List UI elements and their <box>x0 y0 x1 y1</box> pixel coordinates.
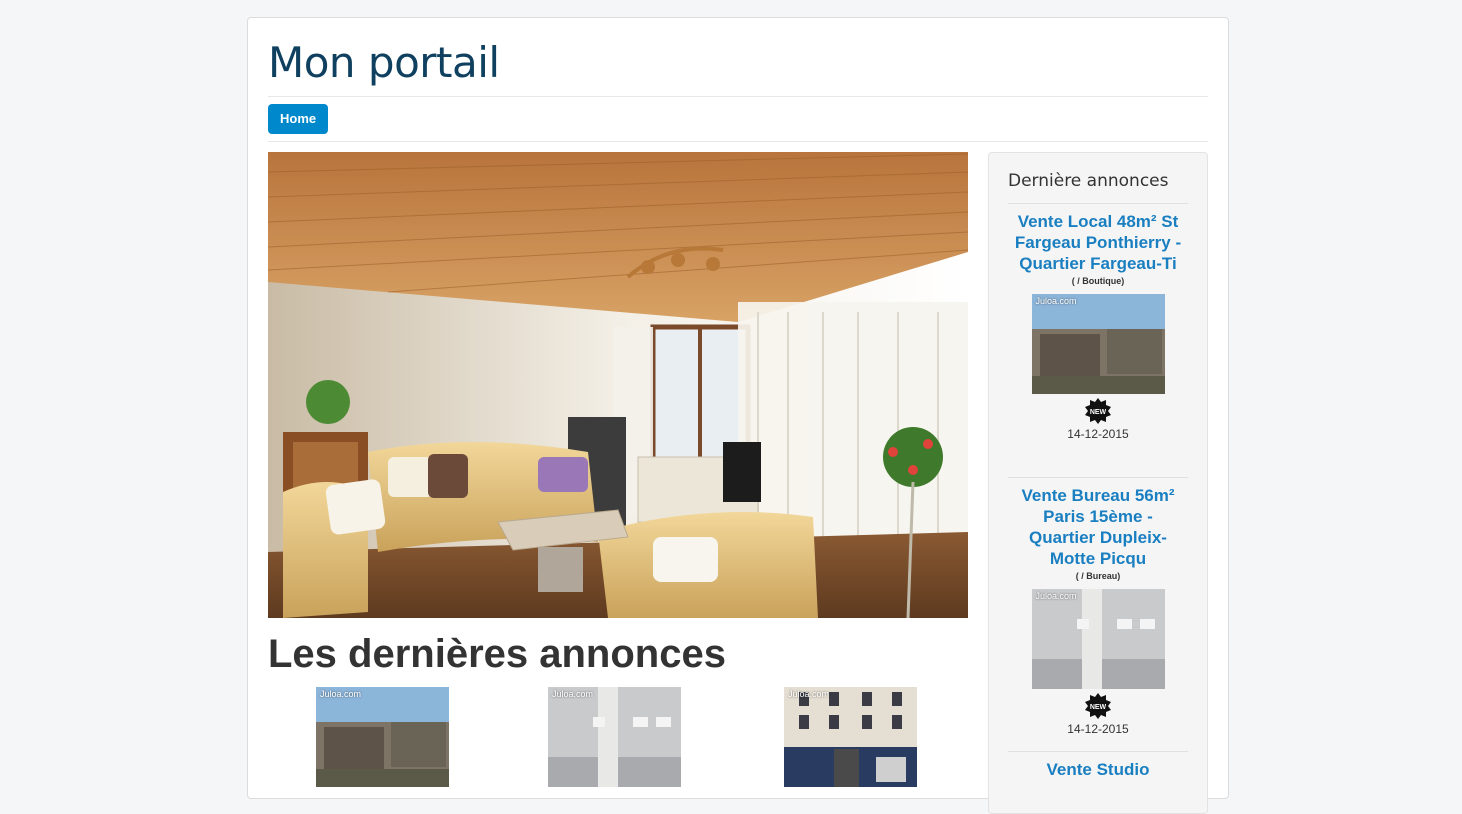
listing-date: 14-12-2015 <box>1067 427 1129 441</box>
latest-listings-heading: Les dernières annonces <box>268 632 726 676</box>
sidebar-listing: Vente Local 48m² St Fargeau Ponthierry -… <box>1008 211 1188 441</box>
listing-watermark: Juloa.com <box>1035 296 1077 306</box>
listing-date: 14-12-2015 <box>1067 722 1129 736</box>
sidebar-listing: Vente Studio <box>1008 759 1188 780</box>
thumbnail-watermark: Juloa.com <box>320 689 362 699</box>
page-container: Mon portail Home Les dernières annonces … <box>247 17 1229 814</box>
sidebar-title: Dernière annonces <box>1008 171 1169 191</box>
listing-photo[interactable]: Juloa.com <box>1031 294 1165 394</box>
latest-listings-sidebar: Dernière annonces Vente Local 48m² St Fa… <box>988 152 1208 814</box>
thumbnail-watermark: Juloa.com <box>552 689 594 699</box>
divider <box>268 141 1208 142</box>
nav-home-button[interactable]: Home <box>268 104 329 134</box>
listing-thumbnail[interactable]: Juloa.com <box>316 687 449 787</box>
divider <box>1008 203 1188 204</box>
site-title[interactable]: Mon portail <box>268 38 500 87</box>
new-badge-icon: NEW <box>1085 693 1111 719</box>
listing-photo[interactable]: Juloa.com <box>1031 589 1165 689</box>
listing-title-link[interactable]: Vente Bureau 56m² Paris 15ème - Quartier… <box>1008 485 1188 569</box>
divider <box>1008 477 1188 478</box>
badge-text: NEW <box>1090 704 1107 711</box>
listing-thumbnail[interactable]: Juloa.com <box>784 687 917 787</box>
divider <box>268 96 1208 97</box>
listing-category: ( / Bureau) <box>1075 571 1121 581</box>
listing-title-link[interactable]: Vente Local 48m² St Fargeau Ponthierry -… <box>1008 211 1188 274</box>
new-badge-icon: NEW <box>1085 398 1111 424</box>
divider <box>1008 751 1188 752</box>
sidebar-listing: Vente Bureau 56m² Paris 15ème - Quartier… <box>1008 485 1188 736</box>
listing-watermark: Juloa.com <box>1035 591 1077 601</box>
listing-category: ( / Boutique) <box>1071 276 1125 286</box>
thumbnail-watermark: Juloa.com <box>788 689 830 699</box>
listing-title-link[interactable]: Vente Studio <box>1008 759 1188 780</box>
hero-living-room-image <box>268 152 968 618</box>
listing-thumbnail[interactable]: Juloa.com <box>548 687 681 787</box>
badge-text: NEW <box>1090 409 1107 416</box>
